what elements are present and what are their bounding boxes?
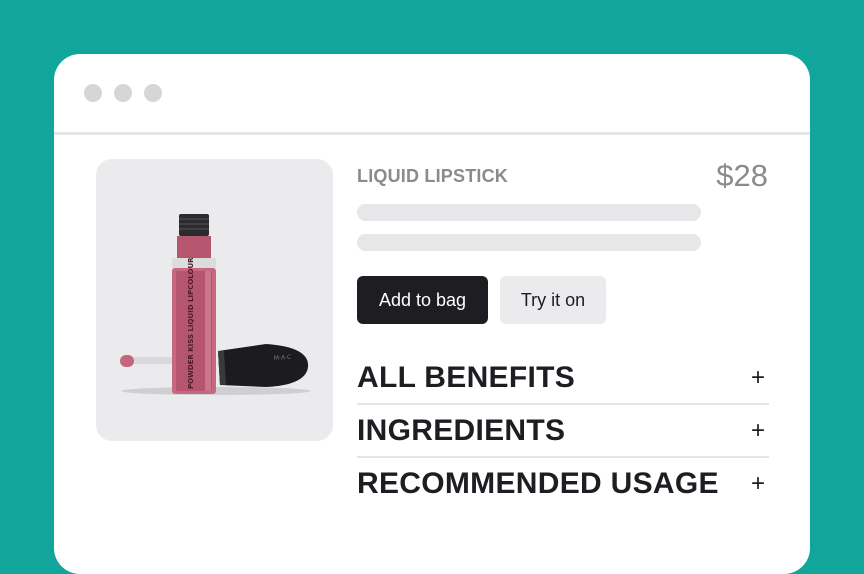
window-titlebar: [54, 54, 810, 135]
try-it-on-button[interactable]: Try it on: [500, 276, 606, 324]
plus-icon[interactable]: +: [751, 364, 765, 392]
window-control-dot[interactable]: [114, 84, 132, 102]
description-placeholder: [357, 204, 701, 221]
accordion-label: RECOMMENDED USAGE: [357, 466, 719, 500]
plus-icon[interactable]: +: [751, 417, 765, 445]
browser-window: POWDER KISS LIQUID LIPCOLOUR M·A·C LIQUI…: [54, 54, 810, 574]
product-category: LIQUID LIPSTICK: [357, 166, 508, 186]
accordion-ingredients[interactable]: INGREDIENTS +: [357, 405, 769, 458]
accordion-all-benefits[interactable]: ALL BENEFITS +: [357, 352, 769, 405]
lipstick-image: POWDER KISS LIQUID LIPCOLOUR M·A·C: [120, 214, 311, 395]
plus-icon[interactable]: +: [751, 470, 765, 498]
accordion-label: INGREDIENTS: [357, 413, 566, 447]
product-details-accordion: ALL BENEFITS + INGREDIENTS + RECOMMENDED…: [357, 352, 769, 509]
window-control-dot[interactable]: [84, 84, 102, 102]
cap-print-text: M·A·C: [274, 354, 292, 362]
description-placeholder: [357, 234, 701, 251]
accordion-label: ALL BENEFITS: [357, 360, 576, 394]
bottle-print-text: POWDER KISS LIQUID LIPCOLOUR: [187, 257, 195, 389]
accordion-recommended-usage[interactable]: RECOMMENDED USAGE +: [357, 458, 769, 509]
add-to-bag-button[interactable]: Add to bag: [357, 276, 488, 324]
window-control-dot[interactable]: [144, 84, 162, 102]
product-image: POWDER KISS LIQUID LIPCOLOUR M·A·C: [96, 159, 333, 441]
product-price: $28: [716, 158, 768, 193]
